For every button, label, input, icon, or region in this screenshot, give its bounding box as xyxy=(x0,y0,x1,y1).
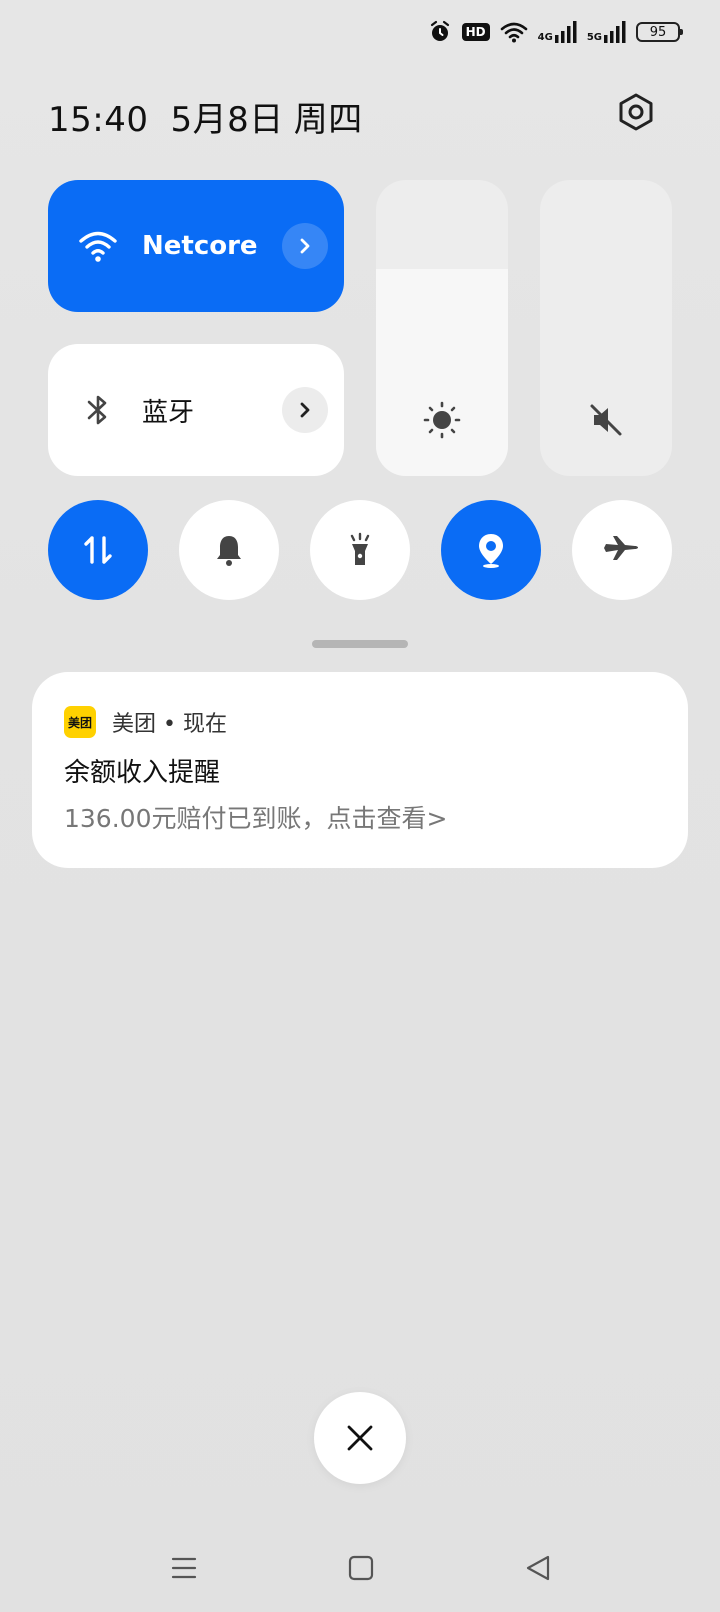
chevron-right-icon xyxy=(300,402,310,418)
meituan-notification[interactable]: 美团 美团 • 现在 余额收入提醒 136.00元赔付已到账，点击查看> xyxy=(32,672,688,868)
data-transfer-icon xyxy=(84,536,112,564)
bluetooth-icon xyxy=(74,393,122,427)
network-5g-label: 5G xyxy=(586,32,602,43)
nav-menu-button[interactable] xyxy=(156,1546,212,1590)
brightness-slider[interactable] xyxy=(376,180,508,476)
signal-5g-icon: 5G xyxy=(587,21,626,43)
bluetooth-expand-button[interactable] xyxy=(282,387,328,433)
mobile-data-toggle[interactable] xyxy=(48,500,148,600)
nav-back-button[interactable] xyxy=(510,1546,566,1590)
chevron-right-icon xyxy=(300,238,310,254)
quick-toggle-row xyxy=(48,500,672,600)
wifi-expand-button[interactable] xyxy=(282,223,328,269)
meituan-app-icon: 美团 xyxy=(64,706,96,738)
settings-button[interactable] xyxy=(612,88,660,136)
bluetooth-tile[interactable]: 蓝牙 xyxy=(48,344,344,476)
hd-voice-icon: HD xyxy=(461,23,490,41)
wifi-tile[interactable]: Netcore xyxy=(48,180,344,312)
gear-icon xyxy=(619,93,653,131)
status-bar: HD 4G 5G 95 xyxy=(428,14,683,50)
menu-icon xyxy=(171,1557,197,1579)
network-4g-label: 4G xyxy=(537,32,553,43)
weekday-label: 周四 xyxy=(293,100,363,140)
wifi-icon xyxy=(500,21,528,43)
bell-icon xyxy=(217,536,241,566)
notification-body: 136.00元赔付已到账，点击查看> xyxy=(64,804,448,833)
airplane-mode-toggle[interactable] xyxy=(572,500,672,600)
location-toggle[interactable] xyxy=(441,500,541,600)
location-icon xyxy=(479,534,503,568)
notification-title: 余额收入提醒 xyxy=(64,758,221,788)
nav-home-button[interactable] xyxy=(333,1546,389,1590)
close-icon xyxy=(347,1425,373,1451)
airplane-icon xyxy=(604,536,638,560)
wifi-icon xyxy=(74,229,122,263)
bluetooth-label: 蓝牙 xyxy=(142,397,195,428)
signal-4g-icon: 4G xyxy=(538,21,577,43)
brightness-icon xyxy=(376,400,508,440)
alarm-icon xyxy=(428,20,452,44)
notification-header: 美团 美团 • 现在 xyxy=(64,706,656,738)
date-time: 15:40 5月8日 周四 xyxy=(48,92,363,141)
wifi-network-name: Netcore xyxy=(142,231,258,261)
notification-app-name: 美团 • 现在 xyxy=(112,712,227,737)
clear-notifications-button[interactable] xyxy=(314,1392,406,1484)
clock-time: 15:40 xyxy=(48,100,149,140)
date-label: 5月8日 xyxy=(170,100,284,140)
panel-drag-handle[interactable] xyxy=(312,640,408,648)
back-icon xyxy=(526,1555,550,1581)
sound-toggle[interactable] xyxy=(179,500,279,600)
flashlight-icon xyxy=(350,532,370,565)
flashlight-toggle[interactable] xyxy=(310,500,410,600)
home-icon xyxy=(348,1555,374,1581)
brightness-slider-fill xyxy=(376,268,508,476)
mute-icon xyxy=(540,400,672,440)
volume-slider[interactable] xyxy=(540,180,672,476)
battery-icon: 95 xyxy=(636,22,683,42)
